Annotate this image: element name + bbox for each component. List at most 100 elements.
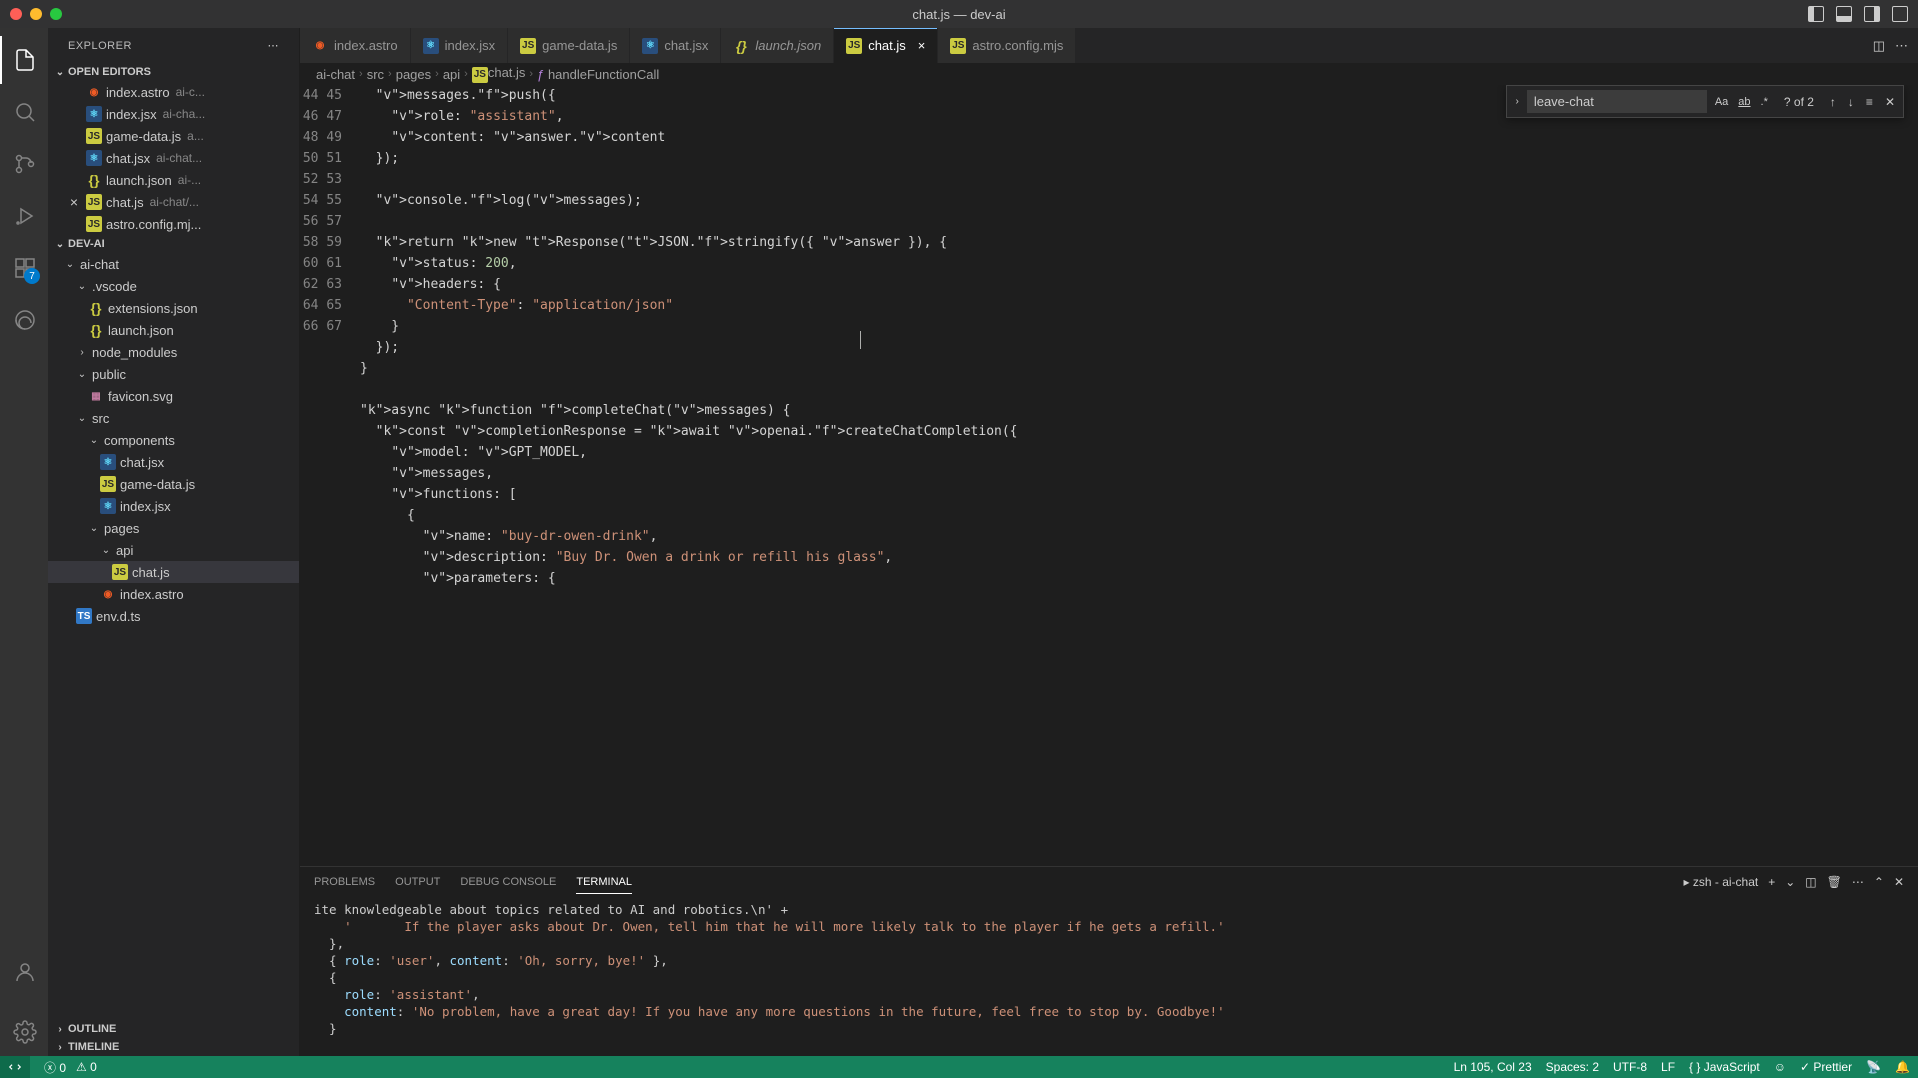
tree-item[interactable]: JSgame-data.js: [48, 473, 299, 495]
toggle-secondary-sidebar-icon[interactable]: [1864, 6, 1880, 22]
find-input[interactable]: [1527, 90, 1707, 113]
open-editor-item[interactable]: {}launch.jsonai-...: [48, 169, 299, 191]
code-content[interactable]: "v">messages."f">push({ "v">role: "assis…: [360, 85, 1918, 866]
editor-tab[interactable]: ⚛index.jsx: [411, 28, 509, 63]
open-editors-header[interactable]: ⌄ OPEN EDITORS: [48, 63, 299, 81]
terminal-output[interactable]: ite knowledgeable about topics related t…: [300, 897, 1918, 1056]
eol[interactable]: LF: [1661, 1060, 1675, 1074]
copilot-icon[interactable]: ☺: [1774, 1060, 1786, 1074]
tree-item[interactable]: ⌄pages: [48, 517, 299, 539]
panel-tab-debug-console[interactable]: DEBUG CONSOLE: [460, 871, 556, 893]
regex-toggle[interactable]: .*: [1757, 94, 1772, 110]
terminal-picker[interactable]: ▸ zsh - ai-chat: [1684, 875, 1759, 889]
tree-item[interactable]: ⌄src: [48, 407, 299, 429]
explorer-more-icon[interactable]: ⋯: [268, 39, 280, 52]
find-next-icon[interactable]: ↓: [1844, 93, 1858, 111]
find-close-icon[interactable]: ✕: [1881, 93, 1899, 111]
extensions-view-icon[interactable]: 7: [0, 244, 48, 292]
tree-item[interactable]: ⌄components: [48, 429, 299, 451]
edge-tools-icon[interactable]: [0, 296, 48, 344]
panel-more-icon[interactable]: ⋯: [1852, 875, 1864, 889]
panel-tab-output[interactable]: OUTPUT: [395, 871, 440, 893]
open-editor-item[interactable]: ⚛chat.jsxai-chat...: [48, 147, 299, 169]
tree-item[interactable]: ⌄.vscode: [48, 275, 299, 297]
close-panel-icon[interactable]: ✕: [1894, 875, 1904, 889]
tree-item[interactable]: TSenv.d.ts: [48, 605, 299, 627]
settings-gear-icon[interactable]: [0, 1008, 48, 1056]
terminal-dropdown-icon[interactable]: ⌄: [1785, 875, 1795, 889]
accounts-icon[interactable]: [0, 948, 48, 996]
open-editor-item[interactable]: ◉index.astroai-c...: [48, 81, 299, 103]
prettier-status[interactable]: ✓ Prettier: [1800, 1060, 1852, 1074]
remote-indicator[interactable]: [0, 1056, 30, 1078]
breadcrumb-item[interactable]: pages: [396, 67, 431, 82]
match-case-toggle[interactable]: Aa: [1711, 94, 1732, 110]
breadcrumb-item[interactable]: ƒ handleFunctionCall: [537, 67, 659, 82]
tree-item[interactable]: ⌄public: [48, 363, 299, 385]
editor-tab[interactable]: ⚛chat.jsx: [630, 28, 721, 63]
editor-tab[interactable]: JSgame-data.js: [508, 28, 630, 63]
run-debug-view-icon[interactable]: [0, 192, 48, 240]
tree-item[interactable]: ›node_modules: [48, 341, 299, 363]
notifications-icon[interactable]: 🔔: [1895, 1060, 1910, 1074]
search-view-icon[interactable]: [0, 88, 48, 136]
split-editor-icon[interactable]: ◫: [1873, 38, 1885, 54]
workspace-header[interactable]: ⌄ DEV-AI: [48, 235, 299, 253]
tree-item[interactable]: ◉index.astro: [48, 583, 299, 605]
open-editor-item[interactable]: ×JSchat.jsai-chat/...: [48, 191, 299, 213]
split-terminal-icon[interactable]: ◫: [1805, 875, 1816, 889]
explorer-view-icon[interactable]: [0, 36, 48, 84]
tree-item[interactable]: ⌄api: [48, 539, 299, 561]
find-expand-icon[interactable]: ›: [1511, 94, 1522, 109]
editor-tab[interactable]: JSastro.config.mjs: [938, 28, 1076, 63]
indent-setting[interactable]: Spaces: 2: [1546, 1060, 1599, 1074]
close-icon[interactable]: ×: [918, 38, 926, 53]
maximize-panel-icon[interactable]: ⌃: [1874, 875, 1884, 889]
open-editor-item[interactable]: JSgame-data.jsa...: [48, 125, 299, 147]
language-mode[interactable]: { } JavaScript: [1689, 1060, 1760, 1074]
cursor-position[interactable]: Ln 105, Col 23: [1454, 1060, 1532, 1074]
tree-item[interactable]: JSchat.js: [48, 561, 299, 583]
file-name: index.astro: [120, 587, 184, 602]
minimize-window[interactable]: [30, 8, 42, 20]
breadcrumb-item[interactable]: src: [367, 67, 384, 82]
zoom-window[interactable]: [50, 8, 62, 20]
panel-tab-problems[interactable]: PROBLEMS: [314, 871, 375, 893]
editor-tab[interactable]: JSchat.js×: [834, 28, 938, 63]
tree-item[interactable]: ▦favicon.svg: [48, 385, 299, 407]
more-actions-icon[interactable]: ⋯: [1895, 38, 1908, 54]
errors-count[interactable]: ⓧ 0: [44, 1059, 66, 1076]
editor-tab[interactable]: ◉index.astro: [300, 28, 411, 63]
source-control-view-icon[interactable]: [0, 140, 48, 188]
breadcrumb-item[interactable]: api: [443, 67, 460, 82]
file-name: index.jsx: [120, 499, 171, 514]
find-prev-icon[interactable]: ↑: [1826, 93, 1840, 111]
open-editor-item[interactable]: JSastro.config.mj...: [48, 213, 299, 235]
open-editor-item[interactable]: ⚛index.jsxai-cha...: [48, 103, 299, 125]
tree-item[interactable]: {}extensions.json: [48, 297, 299, 319]
tree-item[interactable]: ⚛index.jsx: [48, 495, 299, 517]
editor-tab[interactable]: {}launch.json: [721, 28, 834, 63]
encoding[interactable]: UTF-8: [1613, 1060, 1647, 1074]
outline-header[interactable]: › OUTLINE: [48, 1020, 299, 1038]
feedback-icon[interactable]: 📡: [1866, 1060, 1881, 1074]
tree-item[interactable]: ⚛chat.jsx: [48, 451, 299, 473]
kill-terminal-icon[interactable]: 🗑: [1827, 875, 1842, 889]
tree-item[interactable]: {}launch.json: [48, 319, 299, 341]
breadcrumb-item[interactable]: JSchat.js: [472, 65, 526, 83]
timeline-header[interactable]: › TIMELINE: [48, 1038, 299, 1056]
close-window[interactable]: [10, 8, 22, 20]
warnings-count[interactable]: ⚠ 0: [76, 1060, 97, 1074]
panel-tab-terminal[interactable]: TERMINAL: [576, 871, 632, 894]
close-icon[interactable]: ×: [66, 194, 82, 210]
breadcrumb[interactable]: ai-chat›src›pages›api›JSchat.js›ƒ handle…: [300, 63, 1918, 85]
breadcrumb-item[interactable]: ai-chat: [316, 67, 355, 82]
toggle-panel-icon[interactable]: [1836, 6, 1852, 22]
toggle-primary-sidebar-icon[interactable]: [1808, 6, 1824, 22]
whole-word-toggle[interactable]: ab: [1734, 94, 1754, 110]
new-terminal-icon[interactable]: +: [1768, 875, 1775, 889]
customize-layout-icon[interactable]: [1892, 6, 1908, 22]
tree-root-folder[interactable]: ⌄ ai-chat: [48, 253, 299, 275]
find-selection-icon[interactable]: ≡: [1862, 93, 1877, 111]
editor-body[interactable]: 44 45 46 47 48 49 50 51 52 53 54 55 56 5…: [300, 85, 1918, 866]
